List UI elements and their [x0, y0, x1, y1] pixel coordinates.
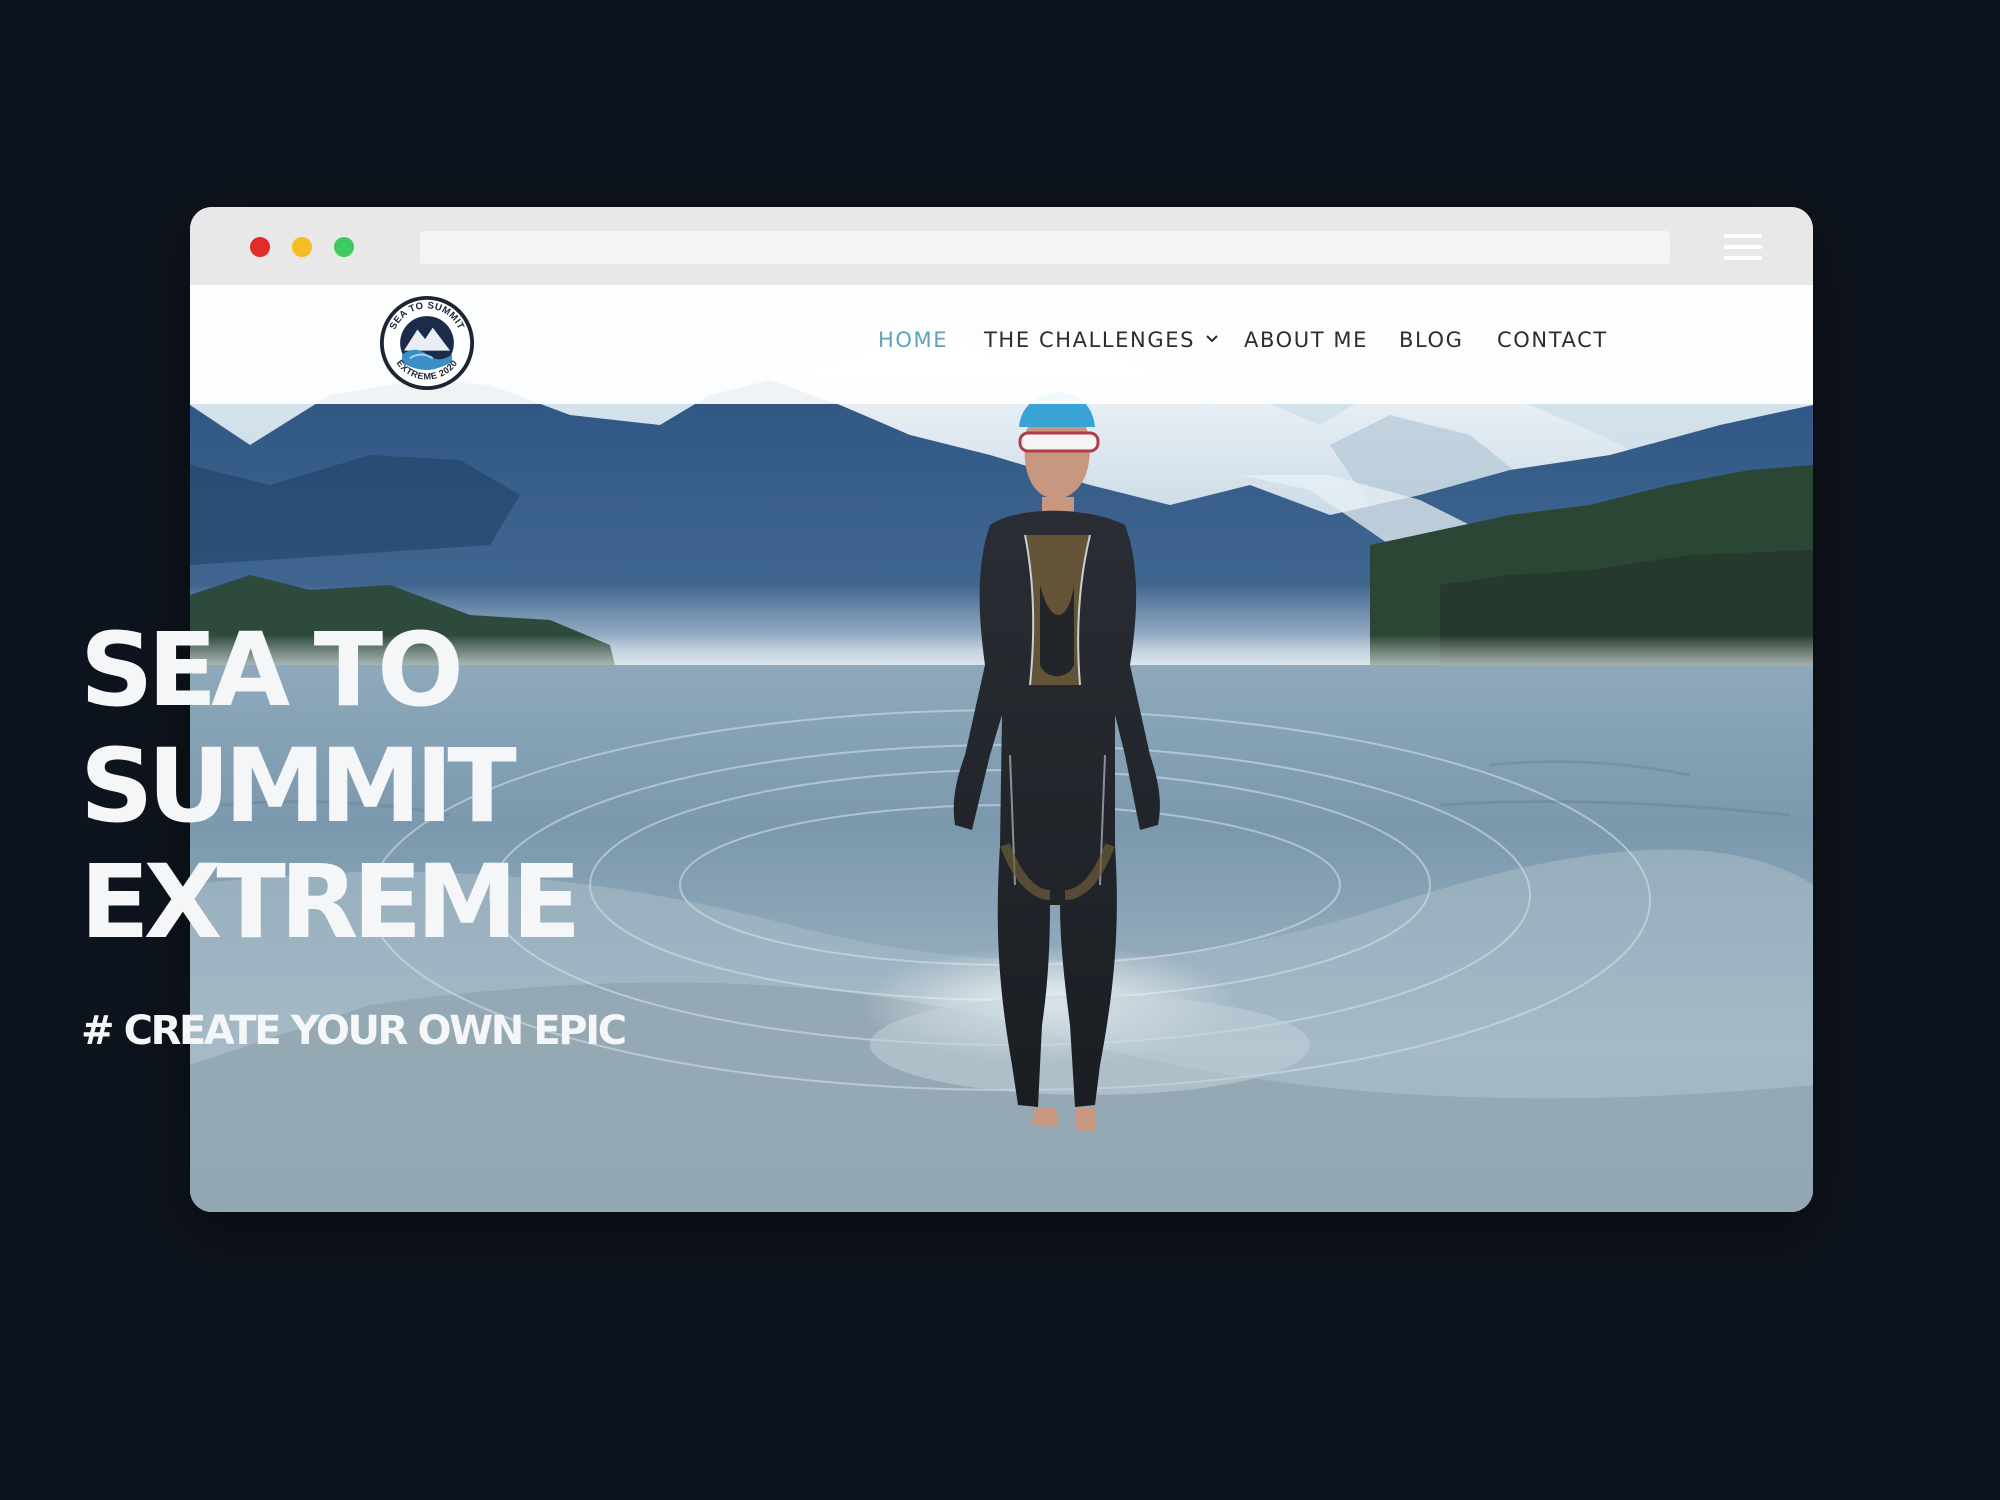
hero-tagline: # CREATE YOUR OWN EPIC: [81, 1008, 627, 1054]
maximize-window-button[interactable]: [334, 237, 354, 257]
address-bar[interactable]: [420, 231, 1670, 264]
hamburger-menu-icon[interactable]: [1724, 232, 1762, 262]
nav-contact[interactable]: CONTACT: [1497, 328, 1608, 352]
chevron-down-icon: [1206, 335, 1218, 343]
hero-title: SEA TO SUMMIT EXTREME: [80, 613, 780, 961]
hero-title-line-3: EXTREME: [80, 843, 581, 962]
site-logo[interactable]: SEA TO SUMMIT EXTREME 2020: [379, 295, 475, 391]
hero-title-line-1: SEA TO: [80, 611, 464, 730]
close-window-button[interactable]: [250, 237, 270, 257]
nav-about-me[interactable]: ABOUT ME: [1244, 328, 1368, 352]
minimize-window-button[interactable]: [292, 237, 312, 257]
browser-chrome: [190, 207, 1813, 285]
nav-the-challenges-label: THE CHALLENGES: [984, 328, 1196, 352]
hero-title-line-2: SUMMIT: [80, 727, 517, 846]
nav-home[interactable]: HOME: [878, 328, 948, 352]
nav-the-challenges[interactable]: THE CHALLENGES: [984, 328, 1219, 352]
site-navbar: SEA TO SUMMIT EXTREME 2020 HOME THE CHAL…: [190, 285, 1813, 404]
nav-blog[interactable]: BLOG: [1399, 328, 1464, 352]
